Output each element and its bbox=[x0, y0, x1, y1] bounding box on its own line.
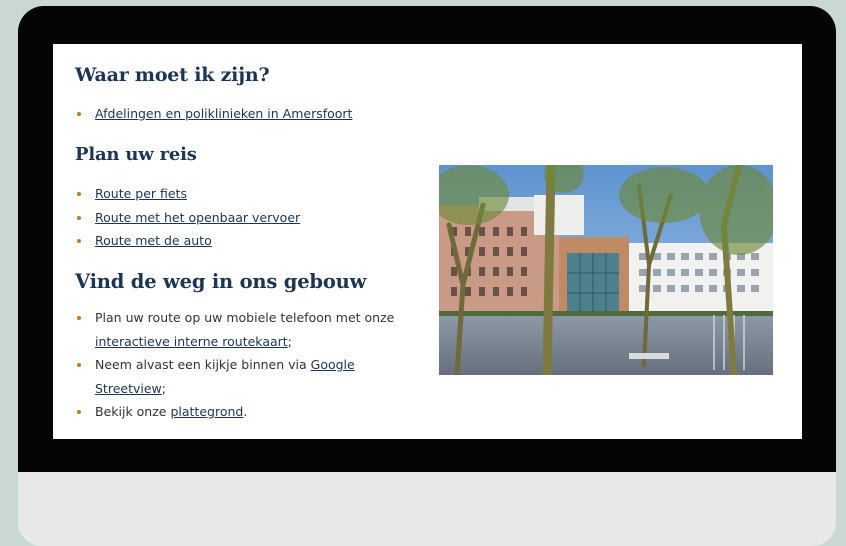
link-floor-plan[interactable]: plattegrond bbox=[170, 404, 243, 419]
heading-where: Waar moet ik zijn? bbox=[75, 64, 270, 86]
link-departments[interactable]: Afdelingen en poliklinieken in Amersfoor… bbox=[95, 106, 352, 121]
plan-list: Route per fiets Route met het openbaar v… bbox=[75, 182, 300, 253]
item-suffix: ; bbox=[287, 333, 292, 349]
item-text: Bekijk onze bbox=[95, 404, 171, 419]
find-list: Plan uw route op uw mobiele telefoon met… bbox=[75, 306, 425, 424]
web-page: Waar moet ik zijn? Afdelingen en polikli… bbox=[53, 44, 802, 439]
item-suffix: . bbox=[243, 404, 248, 419]
heading-plan-trip: Plan uw reis bbox=[75, 144, 197, 165]
item-text: Plan uw route op uw mobiele telefoon met… bbox=[95, 310, 395, 325]
link-route-public-transport[interactable]: Route met het openbaar vervoer bbox=[95, 210, 300, 225]
list-item: Route met de auto bbox=[75, 229, 300, 253]
list-item: Route per fiets bbox=[75, 182, 300, 206]
link-route-car[interactable]: Route met de auto bbox=[95, 233, 212, 248]
list-item: Afdelingen en poliklinieken in Amersfoor… bbox=[75, 102, 352, 126]
list-item: Plan uw route op uw mobiele telefoon met… bbox=[75, 306, 425, 353]
heading-find-way: Vind de weg in ons gebouw bbox=[75, 270, 367, 293]
list-item: Bekijk onze plattegrond. bbox=[75, 400, 425, 424]
hospital-building-illustration bbox=[439, 165, 773, 375]
where-list: Afdelingen en poliklinieken in Amersfoor… bbox=[75, 102, 352, 126]
link-route-bike[interactable]: Route per fiets bbox=[95, 186, 187, 201]
item-suffix: ; bbox=[161, 380, 166, 396]
monitor-chin bbox=[18, 472, 836, 546]
list-item: Route met het openbaar vervoer bbox=[75, 206, 300, 230]
monitor: Waar moet ik zijn? Afdelingen en polikli… bbox=[18, 6, 836, 546]
link-route-map[interactable]: interactieve interne routekaart bbox=[95, 334, 288, 349]
hospital-building-photo bbox=[439, 165, 773, 375]
list-item: Neem alvast een kijkje binnen via Google… bbox=[75, 353, 395, 400]
item-text: Neem alvast een kijkje binnen via bbox=[95, 357, 311, 372]
